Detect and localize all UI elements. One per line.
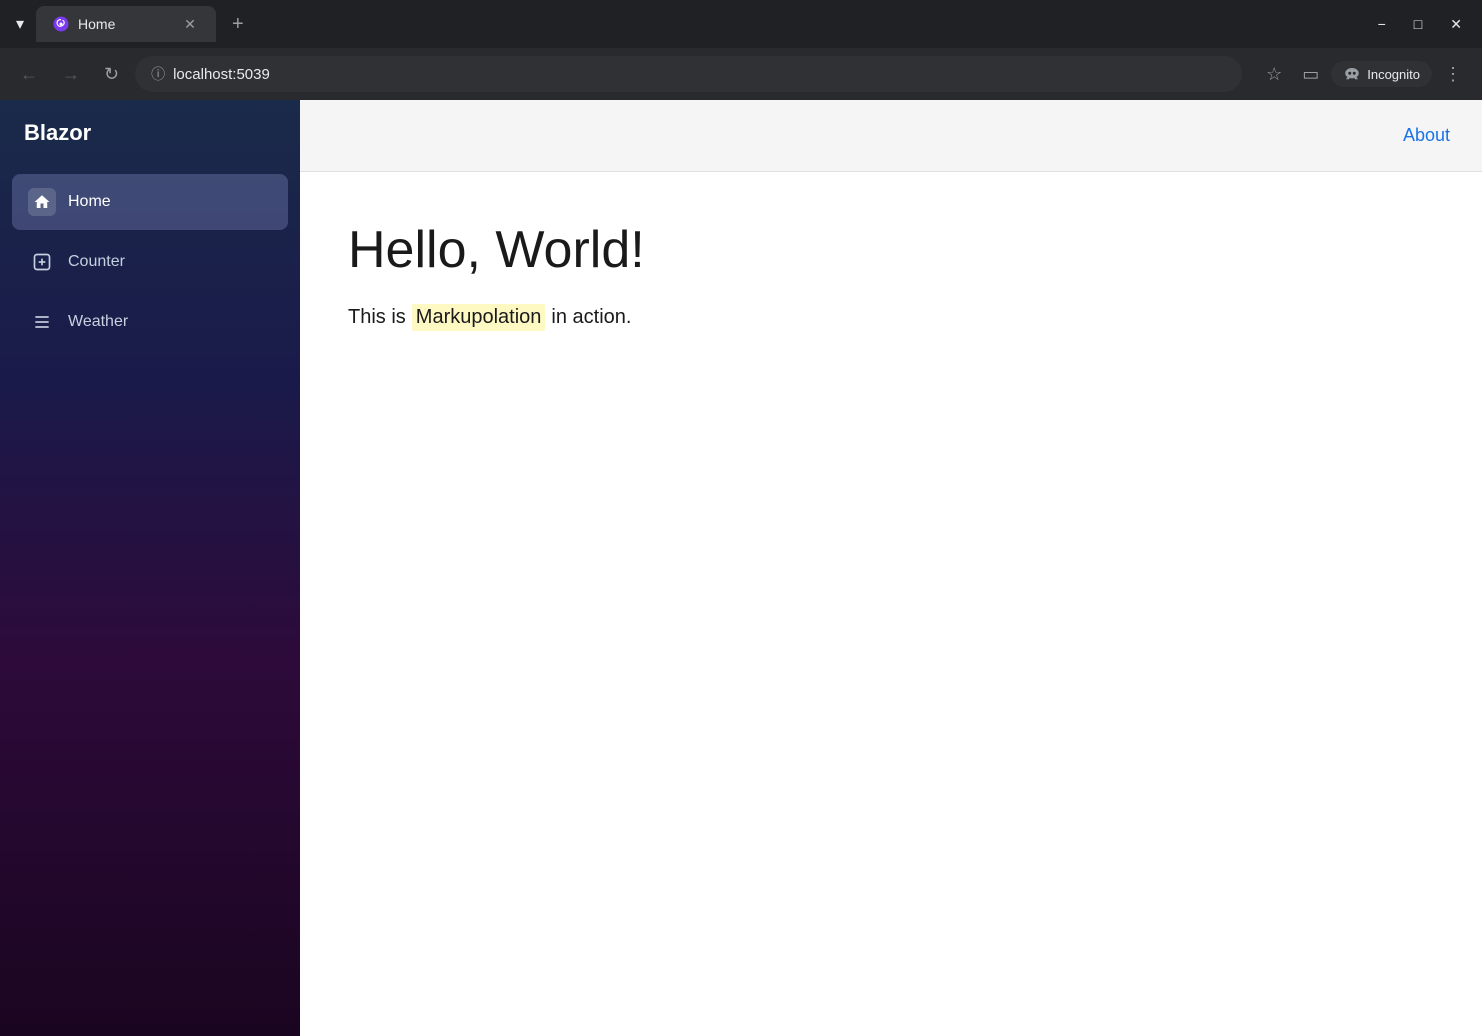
sidebar-nav: Home Counter bbox=[0, 166, 300, 358]
incognito-label: Incognito bbox=[1367, 67, 1420, 82]
sidebar-item-counter[interactable]: Counter bbox=[12, 234, 288, 290]
sidebar-item-home-label: Home bbox=[68, 193, 111, 211]
about-link[interactable]: About bbox=[1403, 125, 1450, 146]
minimize-button[interactable]: − bbox=[1366, 10, 1398, 39]
page-body: Hello, World! This is Markupolation in a… bbox=[300, 172, 1482, 1036]
sidebar-item-weather[interactable]: Weather bbox=[12, 294, 288, 350]
reload-button[interactable]: ↻ bbox=[96, 58, 127, 91]
page-subtitle: This is Markupolation in action. bbox=[348, 304, 1434, 331]
highlighted-word: Markupolation bbox=[412, 304, 546, 331]
sidebar: Blazor Home bbox=[0, 100, 300, 1036]
subtitle-suffix: in action. bbox=[551, 306, 631, 329]
sidebar-icon[interactable]: ▭ bbox=[1294, 58, 1327, 91]
maximize-button[interactable]: □ bbox=[1402, 10, 1434, 39]
main-content: About Hello, World! This is Markupolatio… bbox=[300, 100, 1482, 1036]
app-content: Blazor Home bbox=[0, 100, 1482, 1036]
window-controls: − □ ✕ bbox=[1366, 10, 1474, 39]
weather-icon bbox=[28, 308, 56, 336]
sidebar-brand: Blazor bbox=[0, 100, 300, 166]
counter-icon bbox=[28, 248, 56, 276]
new-tab-button[interactable]: + bbox=[220, 7, 256, 42]
address-input[interactable]: ⓘ localhost:5039 bbox=[135, 56, 1242, 92]
top-bar: About bbox=[300, 100, 1482, 172]
tab-favicon bbox=[52, 15, 70, 33]
close-window-button[interactable]: ✕ bbox=[1438, 10, 1474, 39]
more-options-button[interactable]: ⋮ bbox=[1436, 60, 1470, 89]
incognito-icon bbox=[1343, 65, 1361, 83]
bookmark-icon[interactable]: ☆ bbox=[1258, 58, 1290, 91]
page-title: Hello, World! bbox=[348, 220, 1434, 280]
toolbar-right: ☆ ▭ Incognito ⋮ bbox=[1258, 58, 1470, 91]
sidebar-item-weather-label: Weather bbox=[68, 313, 128, 331]
tab-dropdown[interactable]: ▾ bbox=[8, 6, 32, 42]
tab-close-button[interactable]: ✕ bbox=[180, 14, 200, 34]
sidebar-item-home[interactable]: Home bbox=[12, 174, 288, 230]
url-display[interactable]: localhost:5039 bbox=[173, 66, 1226, 83]
tab-bar: ▾ Home ✕ + − □ ✕ bbox=[0, 0, 1482, 48]
active-tab[interactable]: Home ✕ bbox=[36, 6, 216, 42]
url-text: localhost:5039 bbox=[173, 66, 270, 83]
address-bar: ← → ↻ ⓘ localhost:5039 ☆ ▭ Incognito ⋮ bbox=[0, 48, 1482, 100]
home-icon bbox=[28, 188, 56, 216]
incognito-button[interactable]: Incognito bbox=[1331, 61, 1432, 87]
info-icon: ⓘ bbox=[151, 64, 165, 84]
subtitle-prefix: This is bbox=[348, 306, 406, 329]
tab-title: Home bbox=[78, 16, 172, 32]
forward-button[interactable]: → bbox=[54, 58, 88, 91]
back-button[interactable]: ← bbox=[12, 58, 46, 91]
sidebar-item-counter-label: Counter bbox=[68, 253, 125, 271]
